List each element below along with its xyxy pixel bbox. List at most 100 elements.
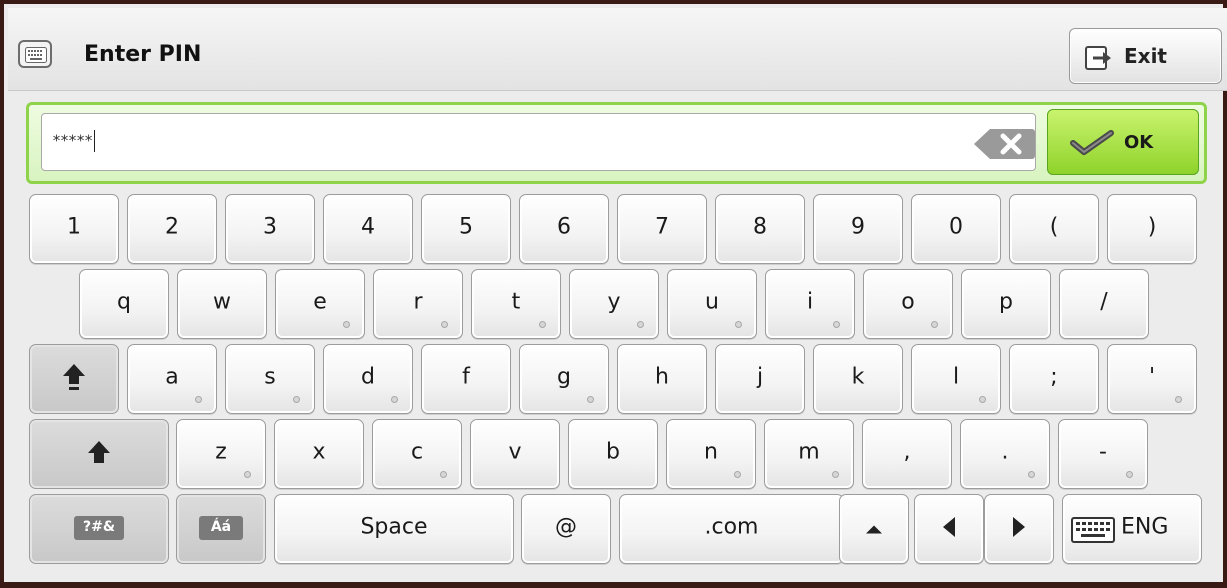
key-open-paren[interactable]: ( <box>1009 194 1099 264</box>
key-label: n <box>704 439 718 465</box>
key-label: .com <box>704 514 759 540</box>
key-b[interactable]: b <box>568 419 658 489</box>
key-c[interactable]: c <box>372 419 462 489</box>
key-label: 3 <box>263 214 277 240</box>
key-w[interactable]: w <box>177 269 267 339</box>
key-8[interactable]: 8 <box>715 194 805 264</box>
key-apostrophe[interactable]: ' <box>1107 344 1197 414</box>
key-t[interactable]: t <box>471 269 561 339</box>
key-5[interactable]: 5 <box>421 194 511 264</box>
accent-indicator-icon <box>441 321 448 328</box>
key-period[interactable]: . <box>960 419 1050 489</box>
key-label: i <box>806 289 814 315</box>
key-f[interactable]: f <box>421 344 511 414</box>
key-p[interactable]: p <box>961 269 1051 339</box>
key-label: 7 <box>655 214 669 240</box>
arrow-left-icon <box>942 516 956 542</box>
key-9[interactable]: 9 <box>813 194 903 264</box>
key-d[interactable]: d <box>323 344 413 414</box>
cursor-left-key[interactable] <box>914 494 984 564</box>
key-u[interactable]: u <box>667 269 757 339</box>
key-label: c <box>410 439 424 465</box>
text-caret <box>94 130 96 152</box>
space-key[interactable]: Space <box>274 494 514 564</box>
shift-key[interactable] <box>29 419 169 489</box>
key-6[interactable]: 6 <box>519 194 609 264</box>
caps-lock-key[interactable] <box>29 344 119 414</box>
dotcom-menu-key[interactable] <box>839 494 909 564</box>
key-r[interactable]: r <box>373 269 463 339</box>
key-label: 5 <box>459 214 473 240</box>
key-3[interactable]: 3 <box>225 194 315 264</box>
key-1[interactable]: 1 <box>29 194 119 264</box>
key-label: 6 <box>557 214 571 240</box>
key-label: ( <box>1049 214 1059 240</box>
key-h[interactable]: h <box>617 344 707 414</box>
shift-icon <box>86 439 112 469</box>
key-n[interactable]: n <box>666 419 756 489</box>
key-label: / <box>1100 289 1108 315</box>
keyboard-icon <box>18 40 52 68</box>
page-title: Enter PIN <box>84 42 202 67</box>
symbols-key[interactable]: ?#& <box>29 494 169 564</box>
key-s[interactable]: s <box>225 344 315 414</box>
key-hyphen[interactable]: - <box>1058 419 1148 489</box>
key-l[interactable]: l <box>911 344 1001 414</box>
key-label: a <box>165 364 179 390</box>
accent-indicator-icon <box>637 321 644 328</box>
accents-key[interactable]: Áá <box>176 494 266 564</box>
accent-indicator-icon <box>343 321 350 328</box>
key-g[interactable]: g <box>519 344 609 414</box>
key-slash[interactable]: / <box>1059 269 1149 339</box>
key-k[interactable]: k <box>813 344 903 414</box>
accent-indicator-icon <box>587 396 594 403</box>
cursor-right-key[interactable] <box>984 494 1054 564</box>
language-key[interactable]: ENG <box>1062 494 1202 564</box>
key-label: . <box>1001 439 1009 465</box>
key-7[interactable]: 7 <box>617 194 707 264</box>
key-0[interactable]: 0 <box>911 194 1001 264</box>
key-j[interactable]: j <box>715 344 805 414</box>
key-z[interactable]: z <box>176 419 266 489</box>
dialog-header: Enter PIN Exit <box>8 8 1227 91</box>
key-m[interactable]: m <box>764 419 854 489</box>
key-label: 4 <box>361 214 375 240</box>
key-at[interactable]: @ <box>521 494 611 564</box>
accent-indicator-icon <box>734 471 741 478</box>
key-label: m <box>798 439 820 465</box>
key-semicolon[interactable]: ; <box>1009 344 1099 414</box>
accent-indicator-icon <box>244 471 251 478</box>
key-label: z <box>215 439 227 465</box>
symbols-key-label: ?#& <box>74 516 124 540</box>
key-i[interactable]: i <box>765 269 855 339</box>
key-close-paren[interactable]: ) <box>1107 194 1197 264</box>
key-q[interactable]: q <box>79 269 169 339</box>
pin-input[interactable]: ***** <box>41 113 1036 171</box>
backspace-icon[interactable] <box>972 127 1036 165</box>
arrow-right-icon <box>1012 516 1026 542</box>
key-v[interactable]: v <box>470 419 560 489</box>
key-label: 9 <box>851 214 865 240</box>
dotcom-key[interactable]: .com <box>619 494 844 564</box>
key-label: k <box>851 364 865 390</box>
key-x[interactable]: x <box>274 419 364 489</box>
key-o[interactable]: o <box>863 269 953 339</box>
key-label: w <box>213 289 231 315</box>
key-y[interactable]: y <box>569 269 659 339</box>
key-label: f <box>462 364 470 390</box>
key-label: Space <box>360 514 428 540</box>
exit-button[interactable]: Exit <box>1069 28 1222 84</box>
key-comma[interactable]: , <box>862 419 952 489</box>
key-2[interactable]: 2 <box>127 194 217 264</box>
ok-button[interactable]: OK <box>1047 109 1199 175</box>
key-e[interactable]: e <box>275 269 365 339</box>
key-label: b <box>606 439 620 465</box>
key-label: q <box>117 289 131 315</box>
key-4[interactable]: 4 <box>323 194 413 264</box>
key-a[interactable]: a <box>127 344 217 414</box>
key-label: j <box>756 364 764 390</box>
accent-indicator-icon <box>931 321 938 328</box>
key-label: ' <box>1148 364 1156 390</box>
accent-indicator-icon <box>833 321 840 328</box>
key-label: x <box>312 439 326 465</box>
